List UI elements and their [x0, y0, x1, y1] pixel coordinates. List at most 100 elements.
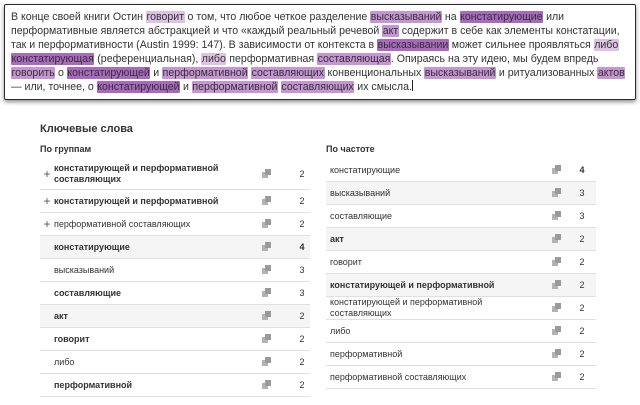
plus-icon[interactable]: +	[40, 167, 54, 181]
keyword-row[interactable]: перформативной составляющих 2	[326, 366, 596, 389]
keyword-row[interactable]: + констатирующей и перформативной 2	[40, 190, 310, 213]
copy-icon[interactable]	[552, 211, 562, 221]
keyword-row[interactable]: + констатирующей и перформативной составл…	[40, 159, 310, 190]
plus-icon[interactable]: +	[40, 217, 54, 231]
text-run: их смысла.	[354, 81, 412, 94]
keyword-row[interactable]: либо 2	[40, 351, 310, 374]
copy-icon[interactable]	[552, 303, 562, 313]
copy-icon[interactable]	[552, 188, 562, 198]
keyword-row[interactable]: составляющие 3	[40, 282, 310, 305]
keyword-highlight[interactable]: перформативной	[191, 81, 278, 94]
keyword-highlight[interactable]: констатирующая	[11, 53, 95, 66]
text-caret	[411, 80, 413, 92]
copy-icon[interactable]	[262, 265, 272, 275]
keyword-row[interactable]: констатирующей и перформативной 2	[326, 274, 596, 297]
keyword-label: констатирующей и перформативной	[54, 195, 219, 206]
keyword-count: 2	[299, 334, 305, 344]
keyword-highlight[interactable]: либо	[201, 53, 227, 66]
keyword-highlight[interactable]: говорить	[11, 67, 56, 80]
keyword-count: 2	[579, 372, 585, 382]
copy-icon[interactable]	[262, 288, 272, 298]
keyword-count: 2	[299, 357, 305, 367]
keyword-row[interactable]: либо 2	[326, 320, 596, 343]
keyword-highlight[interactable]: составляющая	[317, 53, 391, 66]
plus-icon[interactable]: +	[40, 194, 54, 208]
text-run: и	[150, 67, 163, 80]
text-run: и	[180, 81, 192, 94]
copy-icon[interactable]	[552, 257, 562, 267]
keyword-count: 3	[299, 288, 305, 298]
copy-icon[interactable]	[552, 326, 562, 336]
copy-icon[interactable]	[552, 234, 562, 244]
copy-icon[interactable]	[552, 280, 562, 290]
keyword-highlight[interactable]: говорит	[145, 11, 185, 23]
keyword-highlight[interactable]: составляющих	[280, 81, 355, 94]
keyword-highlight[interactable]: констатирующей	[96, 81, 181, 94]
keyword-row[interactable]: акт 2	[326, 228, 596, 251]
keyword-label: высказываний	[54, 264, 115, 275]
keyword-highlight[interactable]: высказываний	[370, 11, 442, 23]
keyword-row[interactable]: перформативной 2	[40, 374, 310, 397]
keyword-label: констатирующие	[54, 241, 130, 252]
keyword-row[interactable]: говорит 2	[40, 328, 310, 351]
copy-icon[interactable]	[552, 372, 562, 382]
text-run: (референциальная),	[94, 53, 202, 66]
keyword-highlight[interactable]: высказывании	[377, 39, 449, 52]
keywords-by-frequency: По частоте констатирующие 4 высказываний 3 с…	[326, 144, 596, 389]
keyword-row[interactable]: говорит 2	[326, 251, 596, 274]
keyword-row[interactable]: констатирующей и перформативной составля…	[326, 297, 596, 320]
by-frequency-header: По частоте	[326, 144, 375, 154]
copy-icon[interactable]	[262, 357, 272, 367]
keyword-count: 2	[299, 380, 305, 390]
text-run: и ритуализованных	[495, 67, 598, 80]
keyword-row[interactable]: констатирующие 4	[326, 159, 596, 182]
keyword-row[interactable]: составляющие 3	[326, 205, 596, 228]
keyword-count: 2	[579, 349, 585, 359]
keyword-highlight[interactable]: актов	[597, 67, 626, 80]
by-group-header: По группам	[40, 144, 92, 154]
copy-icon[interactable]	[262, 219, 272, 229]
keyword-label: акт	[330, 233, 344, 244]
keyword-count: 2	[299, 196, 305, 206]
keyword-highlight[interactable]: составляющих	[251, 67, 325, 80]
copy-icon[interactable]	[552, 165, 562, 175]
keyword-label: составляющие	[330, 210, 393, 221]
copy-icon[interactable]	[262, 242, 272, 252]
copy-icon[interactable]	[262, 311, 272, 321]
text-run: на	[441, 11, 460, 23]
keyword-label: акт	[54, 310, 68, 321]
keyword-row[interactable]: перформативной 2	[326, 343, 596, 366]
keyword-highlight[interactable]: констатирующие	[459, 11, 544, 23]
keyword-highlight[interactable]: перформативной	[162, 67, 249, 80]
keyword-row[interactable]: высказываний 3	[40, 259, 310, 282]
keyword-label: перформативной составляющих	[54, 218, 191, 229]
copy-icon[interactable]	[262, 169, 272, 179]
keyword-row[interactable]: констатирующие 4	[40, 236, 310, 259]
keyword-label: либо	[330, 325, 351, 336]
keyword-label: высказываний	[330, 187, 391, 198]
keyword-row[interactable]: акт 2	[40, 305, 310, 328]
keyword-count: 2	[299, 219, 305, 229]
text-editor[interactable]: В конце своей книги Остин говорит о том,…	[4, 4, 636, 100]
keyword-highlight[interactable]: высказываний	[424, 67, 496, 80]
keyword-highlight[interactable]: констатирующей	[66, 67, 151, 80]
copy-icon[interactable]	[262, 334, 272, 344]
keyword-highlight[interactable]: акт	[382, 25, 399, 38]
text-run: о	[55, 67, 67, 80]
keywords-by-group: По группам + констатирующей и перформатив…	[40, 144, 310, 397]
keyword-count: 3	[579, 211, 585, 221]
keyword-count: 2	[299, 169, 305, 179]
copy-icon[interactable]	[262, 196, 272, 206]
keyword-count: 2	[579, 303, 585, 313]
keyword-label: перформативной составляющих	[330, 371, 467, 382]
text-run: может сильнее проявляться	[448, 39, 594, 52]
copy-icon[interactable]	[552, 349, 562, 359]
keyword-label: составляющие	[54, 287, 122, 298]
keyword-row[interactable]: высказываний 3	[326, 182, 596, 205]
keyword-row[interactable]: + перформативной составляющих 2	[40, 213, 310, 236]
copy-icon[interactable]	[262, 380, 272, 390]
text-run: о том, что любое четкое разделение	[184, 11, 371, 23]
keyword-label: констатирующие	[330, 164, 401, 175]
keyword-highlight[interactable]: либо	[593, 39, 619, 52]
text-run: перформативная	[226, 53, 318, 66]
